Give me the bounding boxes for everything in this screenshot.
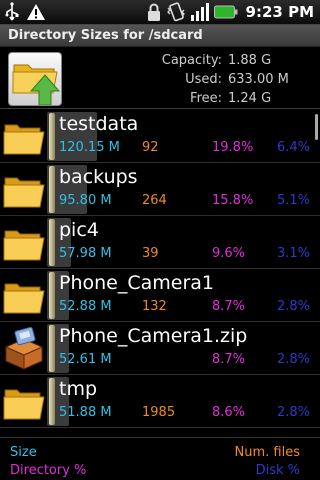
parent-directory-button[interactable] xyxy=(8,52,62,106)
folder-icon xyxy=(3,124,45,155)
folder-icon xyxy=(3,177,45,208)
book-spine xyxy=(49,219,55,266)
lock-icon xyxy=(147,3,160,21)
item-size: 52.61 M xyxy=(59,352,112,367)
zip-archive-icon xyxy=(4,327,44,370)
list-item[interactable]: testdata 120.15 M 92 19.8% 6.4% xyxy=(0,110,320,163)
book-spine xyxy=(49,378,55,425)
signal-icon xyxy=(190,3,209,21)
item-disk-percent: 2.8% xyxy=(276,405,310,420)
item-disk-percent: 3.1% xyxy=(276,246,310,261)
directory-list[interactable]: testdata 120.15 M 92 19.8% 6.4% backups … xyxy=(0,110,320,428)
item-directory-percent: 8.7% xyxy=(212,299,246,314)
item-directory-percent: 8.6% xyxy=(212,405,246,420)
item-directory-percent: 9.6% xyxy=(212,246,246,261)
used-label: Used: xyxy=(185,72,222,87)
folder-icon xyxy=(3,389,45,420)
list-item[interactable]: tmp 51.88 M 1985 8.6% 2.8% xyxy=(0,375,320,428)
legend: Size Num. files Directory % Disk % xyxy=(0,437,320,480)
legend-disk-percent: Disk % xyxy=(255,463,300,478)
folder-icon xyxy=(3,283,45,314)
item-name: Phone_Camera1.zip xyxy=(59,325,248,347)
item-size: 52.88 M xyxy=(59,299,112,314)
item-file-count: 132 xyxy=(142,299,167,314)
item-size: 95.80 M xyxy=(59,193,112,208)
item-name: pic4 xyxy=(59,219,99,241)
title-bar: Directory Sizes for /sdcard xyxy=(0,25,320,47)
list-item[interactable]: Phone_Camera1.zip 52.61 M 8.7% 2.8% xyxy=(0,322,320,375)
item-directory-percent: 19.8% xyxy=(212,140,254,155)
item-size: 51.88 M xyxy=(59,405,112,420)
legend-num-files: Num. files xyxy=(234,445,300,460)
scrollbar[interactable] xyxy=(315,114,318,140)
list-item[interactable]: backups 95.80 M 264 15.8% 5.1% xyxy=(0,163,320,216)
list-item[interactable]: Phone_Camera1 52.88 M 132 8.7% 2.8% xyxy=(0,269,320,322)
used-value: 633.00 M xyxy=(228,72,289,87)
item-size: 120.15 M xyxy=(59,140,120,155)
book-spine xyxy=(49,325,55,372)
item-disk-percent: 6.4% xyxy=(276,140,310,155)
item-file-count: 39 xyxy=(142,246,159,261)
capacity-label: Capacity: xyxy=(161,53,222,68)
item-size: 57.98 M xyxy=(59,246,112,261)
item-disk-percent: 5.1% xyxy=(276,193,310,208)
legend-directory-percent: Directory % xyxy=(10,463,87,478)
book-spine xyxy=(49,166,55,213)
item-name: tmp xyxy=(59,378,98,400)
summary-header: Capacity: 1.88 G Used: 633.00 M Free: 1.… xyxy=(0,48,320,109)
free-value: 1.24 G xyxy=(228,91,272,106)
status-bar: 9:23 PM xyxy=(0,0,320,25)
legend-size: Size xyxy=(10,445,37,460)
free-label: Free: xyxy=(190,91,222,106)
item-disk-percent: 2.8% xyxy=(276,299,310,314)
item-name: Phone_Camera1 xyxy=(59,272,215,294)
book-spine xyxy=(49,272,55,319)
item-directory-percent: 15.8% xyxy=(212,193,254,208)
folder-icon xyxy=(3,230,45,261)
usb-icon xyxy=(5,2,19,21)
page-title: Directory Sizes for /sdcard xyxy=(8,28,203,43)
item-file-count: 92 xyxy=(142,140,159,155)
storage-stats: Capacity: 1.88 G Used: 633.00 M Free: 1.… xyxy=(152,53,310,110)
item-file-count: 1985 xyxy=(142,405,176,420)
capacity-value: 1.88 G xyxy=(228,53,272,68)
warning-icon xyxy=(27,4,45,20)
vibrate-icon xyxy=(166,2,185,22)
item-name: testdata xyxy=(59,113,139,135)
status-time: 9:23 PM xyxy=(245,3,314,21)
item-directory-percent: 8.7% xyxy=(212,352,246,367)
item-name: backups xyxy=(59,166,138,188)
list-item[interactable]: pic4 57.98 M 39 9.6% 3.1% xyxy=(0,216,320,269)
item-disk-percent: 2.8% xyxy=(276,352,310,367)
item-file-count: 264 xyxy=(142,193,167,208)
battery-icon xyxy=(213,5,238,19)
folder-up-icon xyxy=(12,64,61,106)
book-spine xyxy=(49,113,55,160)
